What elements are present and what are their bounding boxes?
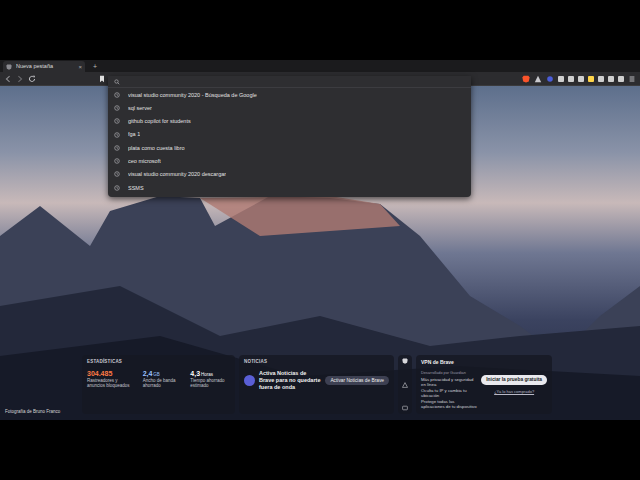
extension-icon[interactable] [618,76,624,82]
vpn-title: VPN de Brave [421,359,454,367]
brave-news-icon [244,375,255,386]
stats-row: 304.485Rastreadores y anuncios bloqueado… [87,370,230,389]
start-trial-button[interactable]: Iniciar la prueba gratuita [481,375,547,385]
suggestion-text: plata como cuesta libro [128,144,185,152]
stat-caption: Rastreadores y anuncios bloqueados [87,378,135,389]
rewards-icon[interactable] [534,75,542,83]
bookmark-icon[interactable] [98,75,106,83]
browser-window: Nueva pestaña × + ESTADÍSTICAS 304.485Rastre… [0,60,640,420]
reload-icon[interactable] [28,75,36,83]
vpn-feature: Protege todas las aplicaciones de tu dis… [421,399,477,410]
suggestion-item[interactable]: visual studio community 2020 - Búsqueda … [108,88,471,101]
stat-value: 2,4GB [143,370,183,378]
history-clock-icon [114,145,120,151]
suggestion-item[interactable]: fga 1 [108,128,471,141]
news-title: NOTICIAS [244,359,389,366]
stat-unit: GB [153,372,160,377]
tab-bar: Nueva pestaña × + [0,60,640,72]
omnibox-dropdown: visual studio community 2020 - Búsqueda … [108,76,471,197]
suggestion-text: ceo microsoft [128,157,161,165]
stats-title: ESTADÍSTICAS [87,359,230,366]
suggestion-item[interactable]: plata como cuesta libro [108,141,471,154]
history-clock-icon [114,185,120,191]
address-field[interactable] [128,77,465,86]
suggestion-text: sql server [128,104,152,112]
vpn-actions: Iniciar la prueba gratuita ¿Ya lo has com… [481,359,547,410]
history-clock-icon [114,158,120,164]
extension-icon[interactable] [578,76,584,82]
vpn-subtitle: Desarrollado por Guardian [421,371,466,377]
vpn-info: VPN de Brave Desarrollado por GuardianMás… [421,359,477,410]
suggestion-item[interactable]: sql server [108,101,471,114]
stat-number: 304.485 [87,370,112,377]
vpn-icon[interactable] [402,405,408,411]
brave-icon[interactable] [402,358,408,364]
extension-icon[interactable] [558,76,564,82]
suggestion-text: visual studio community 2020 descargar [128,170,226,178]
tab[interactable]: Nueva pestaña × [3,61,85,72]
tab-close-button[interactable]: × [78,64,82,70]
brave-shields-icon[interactable] [522,75,530,83]
history-clock-icon [114,132,120,138]
vpn-widget: VPN de Brave Desarrollado por GuardianMás… [416,355,552,414]
vpn-feature: Más privacidad y seguridad en línea [421,377,477,388]
stat-caption: Tiempo ahorrado estimado [190,378,230,389]
stat-value: 304.485 [87,370,135,378]
history-clock-icon [114,118,120,124]
vpn-header: VPN de Brave Desarrollado por Guardian [421,359,477,376]
menu-icon[interactable] [628,75,636,83]
vpn-feature: Oculta tu IP y cambia tu ubicación [421,388,477,399]
extension-icon[interactable] [598,76,604,82]
history-clock-icon [114,171,120,177]
back-arrow-icon[interactable] [4,75,12,83]
search-icon [114,79,120,85]
suggestion-text: github copilot for students [128,117,191,125]
letterbox-bottom [0,420,640,480]
extension-icon[interactable] [588,76,594,82]
extension-icon[interactable] [568,76,574,82]
suggestion-text: visual studio community 2020 - Búsqueda … [128,91,257,99]
history-clock-icon [114,105,120,111]
suggestion-text: SSMS [128,184,144,192]
suggestion-text: fga 1 [128,130,140,138]
letterbox-top [0,0,640,60]
stat-number: 2,4 [143,370,153,377]
news-row: Activa Noticias de Brave para no quedart… [244,370,389,391]
new-tab-button[interactable]: + [89,63,101,70]
history-clock-icon [114,92,120,98]
extensions-area [522,75,636,83]
stat-item: 304.485Rastreadores y anuncios bloqueado… [87,370,135,389]
tab-label: Nueva pestaña [16,62,74,70]
stat-caption: Ancho de banda ahorrado [143,378,183,389]
stat-item: 2,4GBAncho de banda ahorrado [143,370,183,389]
suggestion-item[interactable]: visual studio community 2020 descargar [108,168,471,181]
forward-arrow-icon[interactable] [16,75,24,83]
extension-icon[interactable] [608,76,614,82]
stat-item: 4,3HorasTiempo ahorrado estimado [190,370,230,389]
widget-row: ESTADÍSTICAS 304.485Rastreadores y anunci… [0,355,640,420]
warning-icon[interactable] [402,382,408,388]
stats-widget: ESTADÍSTICAS 304.485Rastreadores y anunci… [82,355,235,414]
suggestion-item[interactable]: ceo microsoft [108,154,471,167]
stat-value: 4,3Horas [190,370,230,378]
already-purchased-link[interactable]: ¿Ya lo has comprado? [494,389,534,395]
suggestion-item[interactable]: SSMS [108,181,471,194]
photo-credit: Fotografía de Bruno Franco [5,409,60,416]
suggestion-item[interactable]: github copilot for students [108,115,471,128]
omnibox-input-row [108,76,471,88]
widget-icon-column [398,355,412,414]
news-text: Activa Noticias de Brave para no quedart… [259,370,321,391]
brave-favicon-icon [6,64,12,70]
stat-unit: Horas [201,372,213,377]
extension-icon[interactable] [546,75,554,83]
activate-news-button[interactable]: Activar Noticias de Brave [325,376,389,386]
stat-number: 4,3 [190,370,200,377]
news-widget: NOTICIAS Activa Noticias de Brave para no… [239,355,394,414]
screen: Nueva pestaña × + ESTADÍSTICAS 304.485Rastre… [0,0,640,480]
